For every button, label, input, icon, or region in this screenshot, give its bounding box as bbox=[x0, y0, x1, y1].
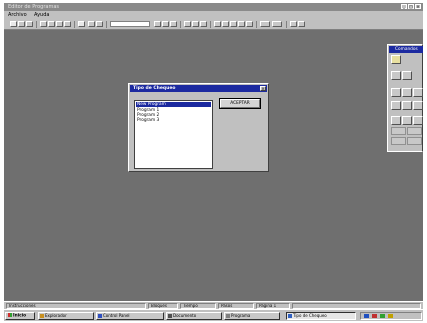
palette-tool-button[interactable] bbox=[402, 116, 412, 125]
maximize-button[interactable]: □ bbox=[408, 4, 414, 9]
document-icon bbox=[168, 314, 172, 318]
toolbar bbox=[4, 19, 423, 30]
task-label: Programa bbox=[231, 313, 251, 318]
paste-icon[interactable] bbox=[56, 21, 63, 27]
menu-archivo[interactable]: Archivo bbox=[8, 12, 27, 18]
palette-tool-button[interactable] bbox=[413, 116, 423, 125]
statusbar: Instrucciones Bloques Tiempo Pasos Pagin… bbox=[4, 301, 423, 309]
toolbar-separator bbox=[210, 21, 211, 28]
tray-app-icon[interactable] bbox=[380, 314, 385, 318]
task-label: Tipo de Chequeo bbox=[293, 313, 327, 318]
start-button[interactable]: Inicio bbox=[5, 312, 35, 320]
stop-icon[interactable] bbox=[162, 21, 169, 27]
palette-title: Comandos bbox=[395, 47, 418, 52]
accept-button[interactable]: ACEPTAR bbox=[219, 98, 261, 109]
palette-tool-button[interactable] bbox=[391, 71, 401, 80]
arrow-icon[interactable] bbox=[238, 21, 245, 27]
taskbar-button-program[interactable]: Programa bbox=[224, 312, 280, 320]
settings-icon[interactable] bbox=[290, 21, 297, 27]
close-window-button[interactable]: × bbox=[415, 4, 421, 9]
zoom-in-icon[interactable] bbox=[214, 21, 221, 27]
palette-tool-button[interactable] bbox=[391, 127, 406, 135]
chart-icon[interactable] bbox=[272, 21, 282, 27]
desktop-screen: Editor de Programas _ □ × Archivo Ayuda bbox=[4, 3, 423, 321]
tray-network-icon[interactable] bbox=[364, 314, 369, 318]
toolbar-separator bbox=[180, 21, 181, 28]
block-icon[interactable] bbox=[96, 21, 103, 27]
cut-icon[interactable] bbox=[40, 21, 47, 27]
run-icon[interactable] bbox=[154, 21, 161, 27]
zoom-out-icon[interactable] bbox=[222, 21, 229, 27]
taskbar: Inicio Explorador Control Panel Document… bbox=[4, 309, 423, 321]
window-titlebar: Editor de Programas _ □ × bbox=[4, 3, 423, 11]
align-center-icon[interactable] bbox=[192, 21, 199, 27]
list-item[interactable]: New Program bbox=[136, 102, 211, 107]
taskbar-button-check-type[interactable]: Tipo de Chequeo bbox=[286, 312, 356, 320]
undo-icon[interactable] bbox=[64, 21, 71, 27]
align-left-icon[interactable] bbox=[184, 21, 191, 27]
system-tray bbox=[360, 312, 422, 320]
tray-app-icon[interactable] bbox=[388, 314, 393, 318]
program-icon bbox=[226, 314, 230, 318]
palette-tool-button[interactable] bbox=[402, 101, 412, 110]
taskbar-button-explorer[interactable]: Explorador bbox=[38, 312, 94, 320]
task-label: Explorador bbox=[45, 313, 67, 318]
task-label: Documento bbox=[173, 313, 197, 318]
palette-tool-button[interactable] bbox=[402, 71, 412, 80]
pointer-tool-icon[interactable] bbox=[391, 55, 401, 64]
palette-titlebar: Comandos bbox=[389, 46, 423, 53]
open-folder-icon[interactable] bbox=[18, 21, 25, 27]
menubar: Archivo Ayuda bbox=[4, 11, 423, 19]
document-icon[interactable] bbox=[78, 21, 85, 27]
tools-icon[interactable] bbox=[260, 21, 270, 27]
menu-ayuda[interactable]: Ayuda bbox=[34, 12, 49, 18]
minimize-button[interactable]: _ bbox=[401, 4, 407, 9]
command-palette: Comandos bbox=[387, 44, 423, 152]
check-type-dialog: Tipo de Chequeo × New Program Program 1 … bbox=[128, 83, 269, 172]
task-label: Control Panel bbox=[103, 313, 130, 318]
taskbar-button-document[interactable]: Documento bbox=[166, 312, 222, 320]
save-icon[interactable] bbox=[26, 21, 33, 27]
tray-volume-icon[interactable] bbox=[372, 314, 377, 318]
grid-icon[interactable] bbox=[230, 21, 237, 27]
dialog-close-button[interactable]: × bbox=[260, 86, 266, 91]
palette-tool-button[interactable] bbox=[407, 127, 422, 135]
window-controls: _ □ × bbox=[401, 4, 421, 9]
toolbar-separator bbox=[36, 21, 37, 28]
new-file-icon[interactable] bbox=[10, 21, 17, 27]
windows-logo-icon bbox=[8, 313, 12, 317]
palette-tool-button[interactable] bbox=[391, 116, 401, 125]
toolbar-separator bbox=[106, 21, 107, 28]
start-label: Inicio bbox=[13, 313, 27, 319]
folder-icon bbox=[40, 314, 44, 318]
toolbar-separator bbox=[286, 21, 287, 28]
palette-tool-button[interactable] bbox=[413, 88, 423, 97]
palette-tool-button[interactable] bbox=[407, 137, 422, 145]
program-listbox[interactable]: New Program Program 1 Program 2 Program … bbox=[134, 100, 213, 169]
control-panel-icon bbox=[98, 314, 102, 318]
step-icon[interactable] bbox=[170, 21, 177, 27]
palette-tool-button[interactable] bbox=[391, 88, 401, 97]
toolbar-separator bbox=[74, 21, 75, 28]
window-title: Editor de Programas bbox=[8, 4, 59, 10]
palette-tool-button[interactable] bbox=[413, 101, 423, 110]
dialog-icon bbox=[288, 314, 292, 318]
align-right-icon[interactable] bbox=[200, 21, 207, 27]
taskbar-button-control-panel[interactable]: Control Panel bbox=[96, 312, 164, 320]
copy-icon[interactable] bbox=[48, 21, 55, 27]
toolbar-field[interactable] bbox=[110, 21, 150, 27]
palette-tool-button[interactable] bbox=[402, 88, 412, 97]
marker-icon[interactable] bbox=[246, 21, 253, 27]
toolbar-separator bbox=[256, 21, 257, 28]
program-icon[interactable] bbox=[88, 21, 95, 27]
dialog-titlebar: Tipo de Chequeo × bbox=[130, 85, 267, 92]
palette-tool-button[interactable] bbox=[391, 101, 401, 110]
help-icon[interactable] bbox=[298, 21, 305, 27]
dialog-title: Tipo de Chequeo bbox=[133, 86, 176, 91]
list-item[interactable]: Program 3 bbox=[137, 118, 159, 123]
palette-tool-button[interactable] bbox=[391, 137, 406, 145]
